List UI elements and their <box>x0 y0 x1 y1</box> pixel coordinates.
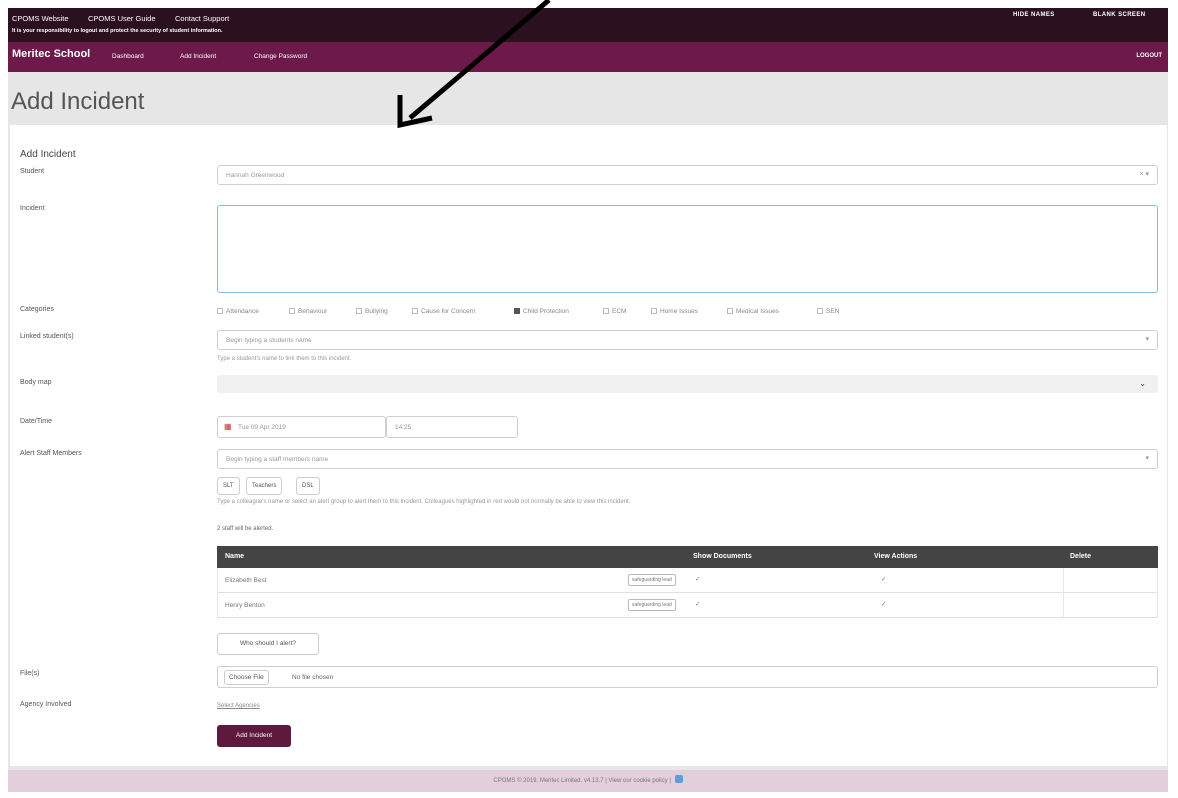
annotation-arrow <box>397 0 551 129</box>
arrow-shaft <box>408 0 551 120</box>
